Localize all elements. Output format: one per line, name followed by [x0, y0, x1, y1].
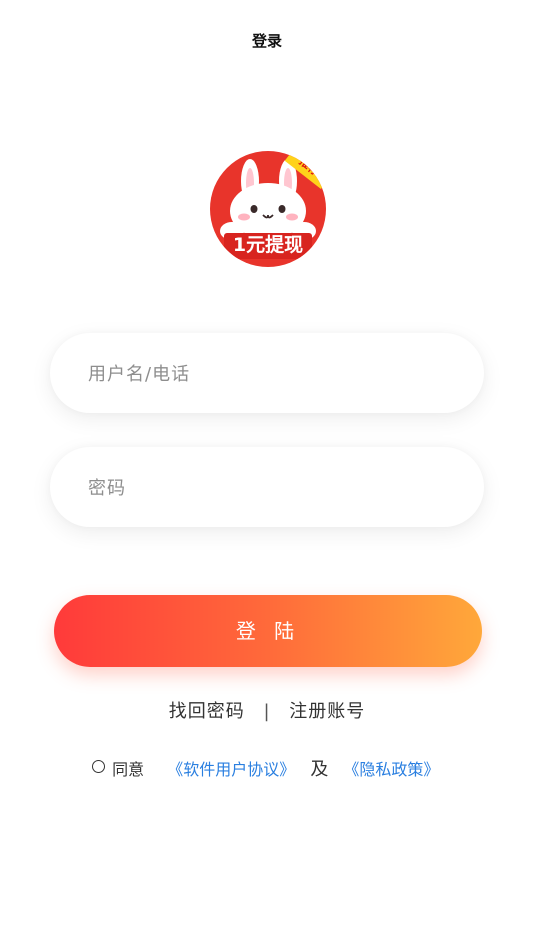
register-link[interactable]: 注册账号	[289, 701, 365, 722]
username-input[interactable]	[86, 333, 450, 415]
privacy-policy-link[interactable]: 《隐私政策》	[343, 760, 439, 779]
logo-badge-text: 1元提现	[232, 234, 304, 256]
page-title: 登录	[251, 32, 282, 50]
password-input[interactable]	[86, 447, 450, 529]
agreement-row: 同意 《软件用户协议》 及 《隐私政策》	[92, 755, 439, 781]
agree-radio[interactable]	[92, 759, 105, 773]
login-button[interactable]: 登 陆	[54, 595, 482, 667]
password-field[interactable]	[50, 447, 484, 529]
agree-label: 同意	[112, 760, 145, 779]
account-links: 找回密码 | 注册账号	[0, 697, 534, 723]
links-separator: |	[263, 701, 271, 722]
recover-password-link[interactable]: 找回密码	[169, 701, 245, 722]
and-text: 及	[310, 759, 329, 780]
user-agreement-link[interactable]: 《软件用户协议》	[167, 760, 295, 779]
app-logo: 1元提现 推荐	[210, 151, 326, 267]
username-field[interactable]	[50, 333, 484, 415]
